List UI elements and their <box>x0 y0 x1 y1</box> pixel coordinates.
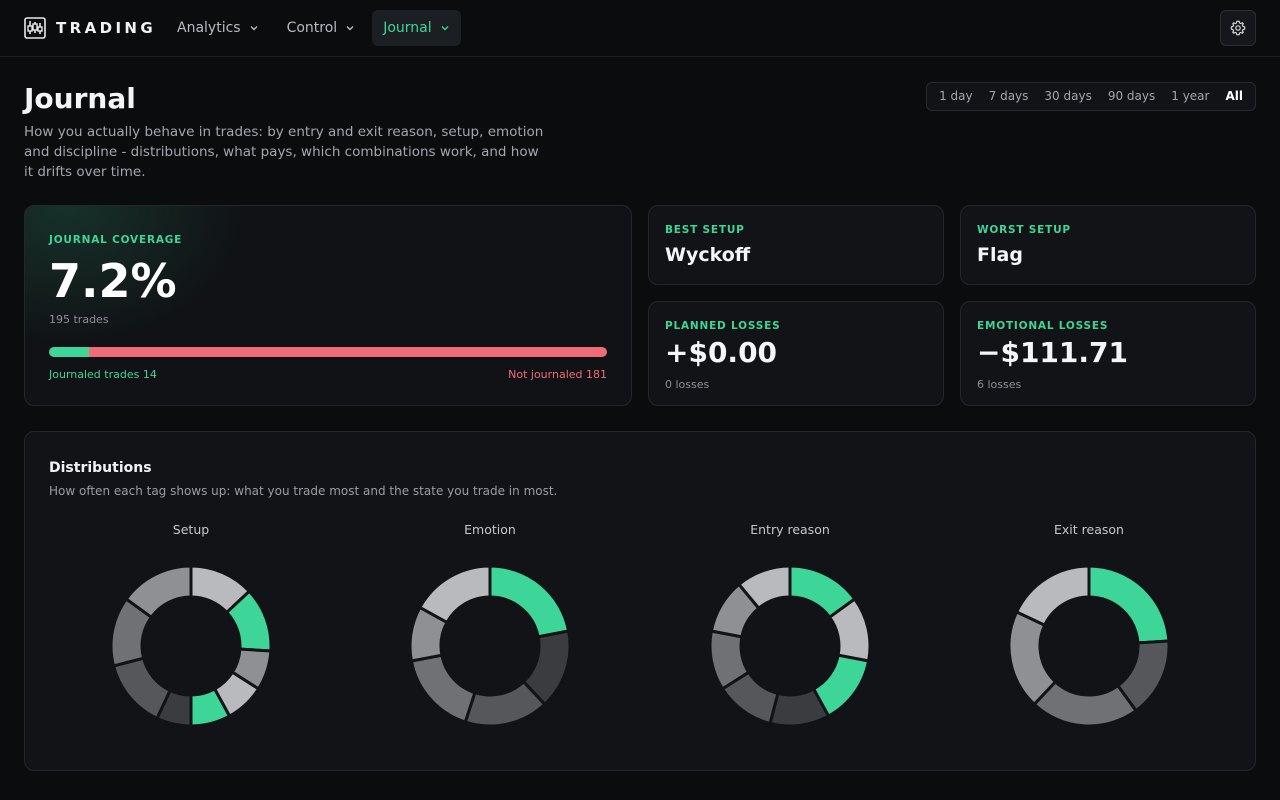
nav-control-label: Control <box>286 20 338 36</box>
setup-distribution: Setup <box>41 522 341 742</box>
entry-reason-donut-chart <box>710 566 870 726</box>
coverage-progress-fill <box>49 347 90 357</box>
nav-journal[interactable]: Journal <box>372 10 461 46</box>
donut-segment[interactable] <box>417 566 492 625</box>
exit-reason-distribution: Exit reason <box>939 522 1239 742</box>
emotional-losses-card: EMOTIONAL LOSSES −$111.71 6 losses <box>960 301 1256 406</box>
best-setup-label: BEST SETUP <box>665 224 745 236</box>
coverage-progress-bar <box>49 347 607 357</box>
exit-reason-donut-chart <box>1009 566 1169 726</box>
range-all[interactable]: All <box>1217 83 1251 110</box>
best-setup-value: Wyckoff <box>665 244 751 266</box>
settings-button[interactable] <box>1220 10 1256 46</box>
best-setup-card: BEST SETUP Wyckoff <box>648 205 944 285</box>
chevron-down-icon <box>441 26 449 31</box>
gear-icon <box>1230 20 1246 36</box>
range-90-days[interactable]: 90 days <box>1100 83 1163 110</box>
donut-segment[interactable] <box>1014 566 1091 628</box>
range-7-days[interactable]: 7 days <box>981 83 1037 110</box>
distributions-card: Distributions How often each tag shows u… <box>24 431 1256 771</box>
worst-setup-label: WORST SETUP <box>977 224 1071 236</box>
worst-setup-value: Flag <box>977 244 1023 266</box>
distributions-title: Distributions <box>49 460 152 476</box>
range-1-year[interactable]: 1 year <box>1163 83 1217 110</box>
nav-analytics[interactable]: Analytics <box>166 10 270 46</box>
setup-donut-chart <box>111 566 271 726</box>
planned-losses-label: PLANNED LOSSES <box>665 320 781 332</box>
page-title: Journal <box>24 82 136 115</box>
coverage-label: JOURNAL COVERAGE <box>49 234 183 246</box>
nav-control[interactable]: Control <box>276 10 367 46</box>
entry-reason-distribution: Entry reason <box>640 522 940 742</box>
candlestick-logo-icon <box>24 17 46 39</box>
donut-segment[interactable] <box>410 653 477 724</box>
top-bar: TRADING Analytics Control Journal <box>0 0 1280 57</box>
page-description: How you actually behave in trades: by en… <box>24 124 544 180</box>
brand-name: TRADING <box>56 19 157 37</box>
emotional-losses-count: 6 losses <box>977 378 1022 391</box>
coverage-percent: 7.2% <box>49 254 177 308</box>
setup-chart-title: Setup <box>172 522 210 537</box>
distributions-subtitle: How often each tag shows up: what you tr… <box>49 484 558 498</box>
chevron-down-icon <box>346 26 354 31</box>
exit-reason-chart-title: Exit reason <box>1054 522 1124 537</box>
emotion-chart-title: Emotion <box>464 522 516 537</box>
nav-analytics-label: Analytics <box>177 20 241 36</box>
emotion-distribution: Emotion <box>340 522 640 742</box>
time-range-selector: 1 day 7 days 30 days 90 days 1 year All <box>926 82 1256 111</box>
brand[interactable]: TRADING <box>24 17 156 39</box>
journaled-trades-text: Journaled trades 14 <box>49 368 157 381</box>
emotional-losses-label: EMOTIONAL LOSSES <box>977 320 1109 332</box>
range-30-days[interactable]: 30 days <box>1036 83 1099 110</box>
entry-reason-chart-title: Entry reason <box>750 522 830 537</box>
chevron-down-icon <box>250 26 258 31</box>
planned-losses-value: +$0.00 <box>665 336 778 369</box>
donut-segment[interactable] <box>488 566 570 639</box>
not-journaled-text: Not journaled 181 <box>508 368 607 381</box>
main-nav: Analytics Control Journal <box>166 10 461 46</box>
donut-segment[interactable] <box>1087 566 1169 645</box>
worst-setup-card: WORST SETUP Flag <box>960 205 1256 285</box>
planned-losses-card: PLANNED LOSSES +$0.00 0 losses <box>648 301 944 406</box>
donut-segment[interactable] <box>111 656 173 721</box>
range-1-day[interactable]: 1 day <box>931 83 981 110</box>
donut-segment[interactable] <box>1009 609 1058 707</box>
journal-coverage-card: JOURNAL COVERAGE 7.2% 195 trades Journal… <box>24 205 632 406</box>
emotion-donut-chart <box>410 566 570 726</box>
coverage-trades-count: 195 trades <box>49 313 109 326</box>
emotional-losses-value: −$111.71 <box>977 336 1128 369</box>
nav-journal-label: Journal <box>383 20 432 36</box>
planned-losses-count: 0 losses <box>665 378 710 391</box>
